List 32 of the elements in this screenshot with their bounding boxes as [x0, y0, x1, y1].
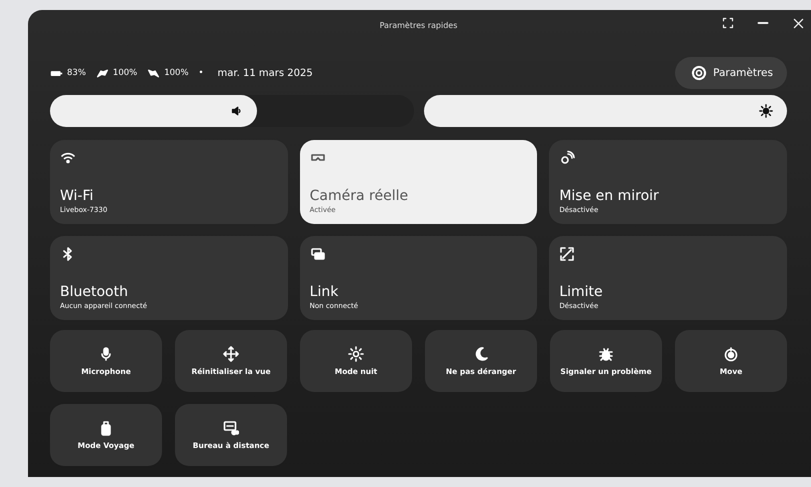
- controller-battery: 100%: [112, 68, 138, 78]
- brightness-icon: [759, 104, 773, 118]
- volume-slider[interactable]: [50, 95, 414, 127]
- cast-icon: [559, 150, 576, 166]
- settings-icon: [691, 65, 708, 81]
- boundary-icon: [559, 246, 576, 262]
- bug-icon: [598, 346, 614, 362]
- fullscreen-icon: [722, 17, 734, 29]
- fullscreen-button[interactable]: [722, 17, 734, 29]
- date-text: mar. 11 mars 2025: [218, 68, 313, 78]
- moon-icon: [473, 346, 489, 362]
- target-icon: [723, 346, 739, 362]
- controller-battery: 100%: [164, 68, 189, 78]
- luggage-icon: [98, 420, 114, 436]
- window-title: Paramètres rapides: [380, 20, 458, 30]
- close-icon: [792, 16, 805, 30]
- move-arrows-icon: [223, 346, 239, 362]
- settings-button[interactable]: Paramètres: [675, 57, 787, 89]
- brightness-slider[interactable]: [424, 95, 787, 127]
- battery-level: 83%: [67, 68, 86, 78]
- volume-icon: [231, 105, 244, 117]
- tile-title: Bluetooth: [60, 284, 129, 300]
- tile-title: Link: [310, 284, 340, 300]
- tile-title: Mise en miroir: [559, 188, 660, 204]
- tile-title: Limite: [559, 284, 604, 300]
- wifi-icon: [60, 150, 76, 166]
- separator-dot: •: [198, 68, 204, 78]
- link-icon: [310, 246, 326, 262]
- tile-title: Wi-Fi: [60, 188, 94, 204]
- close-button[interactable]: [792, 16, 805, 30]
- remote-desktop-icon: [223, 420, 239, 436]
- tile-title: Caméra réelle: [310, 188, 410, 204]
